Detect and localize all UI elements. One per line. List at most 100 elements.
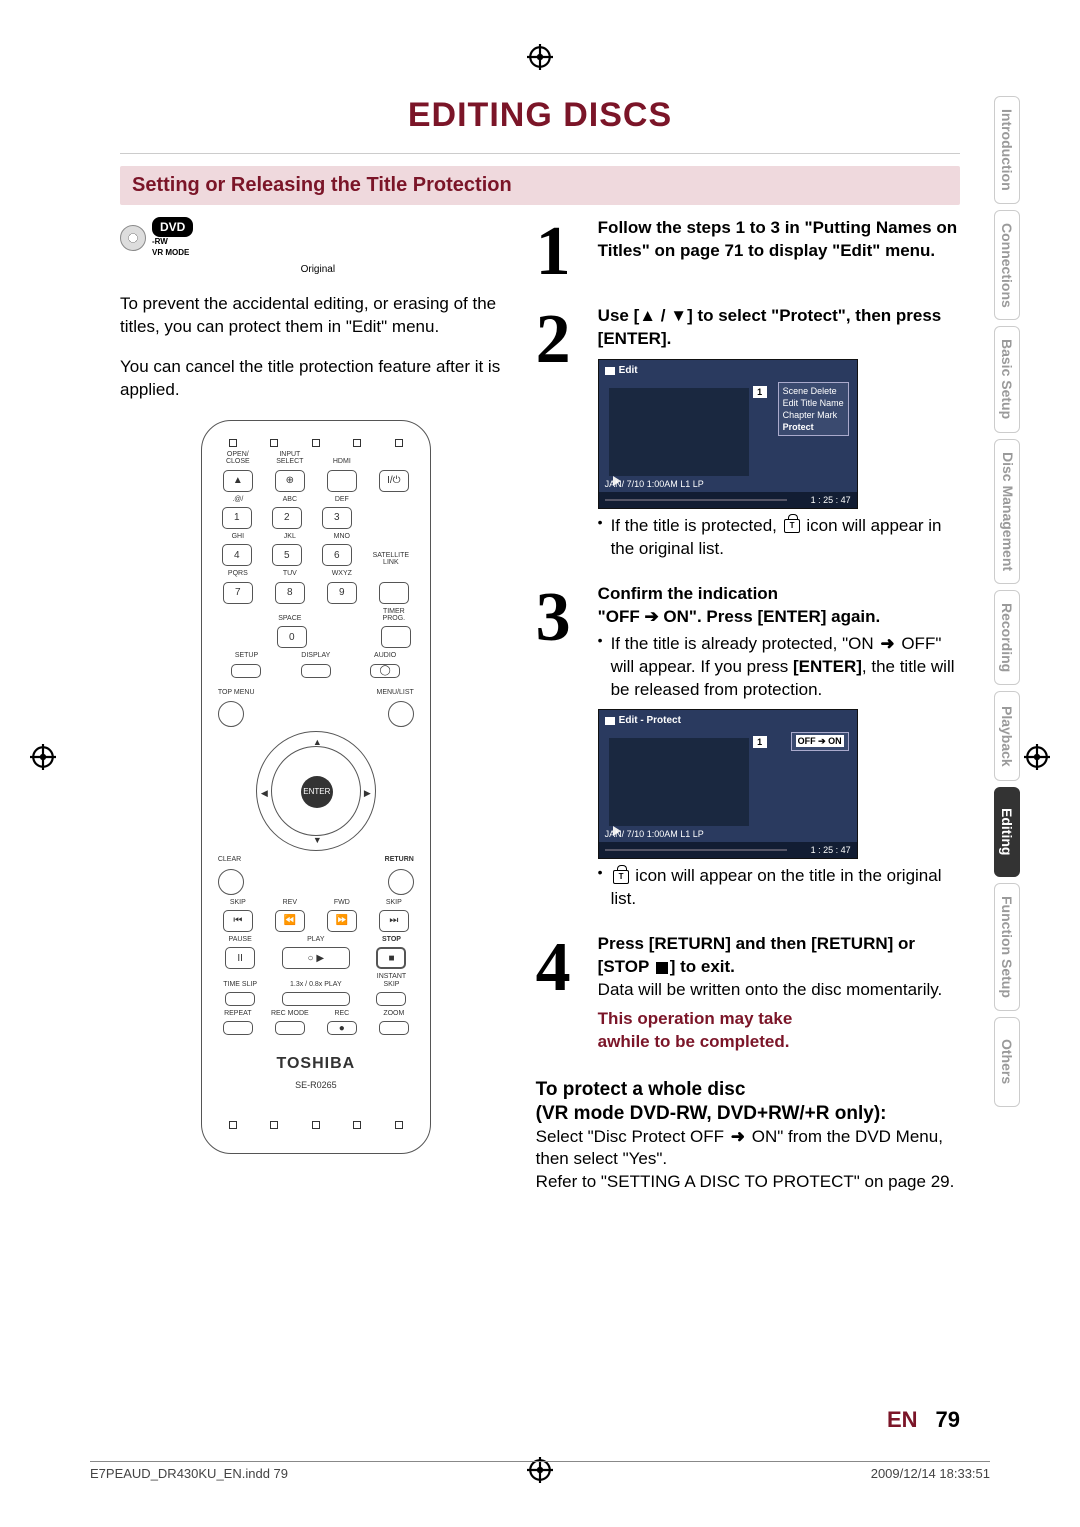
whole-disc-body-2: Refer to "SETTING A DISC TO PROTECT" on … [536,1171,960,1194]
remote-control: OPEN/ CLOSE INPUT SELECT HDMI ▲ ⊕ I/⏻ .@… [201,420,431,1154]
menu-list-button[interactable] [388,701,414,727]
keypad-6[interactable]: 6 [322,544,352,566]
stop-icon [656,962,668,974]
edit-protect-screen: Edit - Protect 1 OFF ➔ ON JAN/ 7/10 1:00… [598,709,858,859]
pause-button[interactable]: II [225,947,255,969]
ui-time: 1 : 25 : 47 [811,494,851,506]
return-label: RETURN [385,855,414,864]
step-2: 2 Use [▲ / ▼] to select "Protect", then … [536,305,960,565]
clear-button[interactable] [218,869,244,895]
instant-skip-button[interactable] [376,992,406,1006]
remote-model: SE-R0265 [212,1079,420,1091]
registration-mark-icon [1024,744,1050,770]
skip-fwd-button[interactable]: ⏭ [379,910,409,932]
rec-button[interactable]: ● [327,1021,357,1035]
ui-time: 1 : 25 : 47 [811,844,851,856]
ui-footer: JAN/ 7/10 1:00AM L1 LP [605,478,851,490]
dvd-badge: DVD -RW VR MODE [120,217,512,259]
edit-screen: Edit 1 Scene Delete Edit Title Name Chap… [598,359,858,509]
step-1: 1 Follow the steps 1 to 3 in "Putting Na… [536,217,960,287]
menu-item[interactable]: Edit Title Name [783,397,844,409]
step-2-heading: Use [▲ / ▼] to select "Protect", then pr… [598,306,942,348]
registration-mark-icon [527,44,553,70]
right-arrow-icon[interactable]: ▶ [364,787,371,799]
dvd-sub2: VR MODE [152,248,189,259]
keypad-4[interactable]: 4 [222,544,252,566]
tab-others[interactable]: Others [994,1017,1020,1107]
stop-button[interactable]: ■ [376,947,406,969]
audio-button[interactable]: ◯ [370,664,400,678]
tab-function-setup[interactable]: Function Setup [994,883,1020,1011]
tab-disc-management[interactable]: Disc Management [994,439,1020,584]
timer-prog-button[interactable] [381,626,411,648]
down-arrow-icon[interactable]: ▼ [313,834,322,846]
power-button[interactable]: I/⏻ [379,470,409,492]
tab-connections[interactable]: Connections [994,210,1020,321]
ui-footer: JAN/ 7/10 1:00AM L1 LP [605,828,851,840]
keypad-5[interactable]: 5 [272,544,302,566]
top-menu-button[interactable] [218,701,244,727]
setup-button[interactable] [231,664,261,678]
lock-icon [613,870,629,884]
manual-page: Introduction Connections Basic Setup Dis… [0,0,1080,1527]
keypad-7[interactable]: 7 [223,582,253,604]
toggle-value[interactable]: OFF ➔ ON [796,735,844,747]
ui-title-text: Edit - Protect [619,714,681,728]
time-slip-button[interactable] [225,992,255,1006]
dvd-caption: Original [124,263,512,277]
keypad-0[interactable]: 0 [277,626,307,648]
menu-item-protect[interactable]: Protect [783,421,844,433]
title-icon [605,367,615,375]
step-number: 1 [536,217,584,287]
fwd-button[interactable]: ⏩ [327,910,357,932]
up-arrow-icon[interactable]: ▲ [313,736,322,748]
lock-icon [784,519,800,533]
tab-editing[interactable]: Editing [994,787,1020,877]
up-triangle-icon: ▲ [639,306,656,325]
title-index: 1 [753,386,767,398]
title-index: 1 [753,736,767,748]
keypad-2[interactable]: 2 [272,507,302,529]
remote-label: HDMI [323,458,361,465]
intro-paragraph-1: To prevent the accidental editing, or er… [120,293,512,339]
section-tabs: Introduction Connections Basic Setup Dis… [994,96,1020,1113]
skip-back-button[interactable]: ⏮ [223,910,253,932]
satellite-button[interactable] [379,582,409,604]
open-close-button[interactable]: ▲ [223,470,253,492]
rev-button[interactable]: ⏪ [275,910,305,932]
return-button[interactable] [388,869,414,895]
intro-paragraph-2: You can cancel the title protection feat… [120,356,512,402]
keypad-9[interactable]: 9 [327,582,357,604]
speed-play-button[interactable] [282,992,350,1006]
preview-thumb [609,738,749,826]
navigation-ring[interactable]: ENTER ▲ ▼ ◀ ▶ [256,731,376,851]
input-select-button[interactable]: ⊕ [275,470,305,492]
zoom-button[interactable] [379,1021,409,1035]
edit-menu: Scene Delete Edit Title Name Chapter Mar… [778,382,849,437]
step-3-note-2: icon will appear on the title in the ori… [598,865,960,911]
tab-basic-setup[interactable]: Basic Setup [994,326,1020,432]
repeat-button[interactable] [223,1021,253,1035]
tab-playback[interactable]: Playback [994,691,1020,781]
hdmi-button[interactable] [327,470,357,492]
step-2-note: If the title is protected, icon will app… [598,515,960,561]
enter-button[interactable]: ENTER [301,776,333,808]
left-arrow-icon[interactable]: ◀ [261,787,268,799]
display-button[interactable] [301,664,331,678]
rec-mode-button[interactable] [275,1021,305,1035]
keypad-8[interactable]: 8 [275,582,305,604]
menu-item[interactable]: Chapter Mark [783,409,844,421]
whole-disc-heading: To protect a whole disc (VR mode DVD-RW,… [536,1078,960,1126]
menu-item[interactable]: Scene Delete [783,385,844,397]
keypad-3[interactable]: 3 [322,507,352,529]
tab-introduction[interactable]: Introduction [994,96,1020,204]
remote-label: INPUT SELECT [271,451,309,466]
registration-mark-icon [30,744,56,770]
tab-recording[interactable]: Recording [994,590,1020,685]
step-number: 3 [536,583,584,916]
play-button[interactable]: ○ ▶ [282,947,350,969]
ui-title-text: Edit [619,364,638,378]
step-number: 4 [536,933,584,1054]
page-title: EDITING DISCS [120,96,960,135]
keypad-1[interactable]: 1 [222,507,252,529]
